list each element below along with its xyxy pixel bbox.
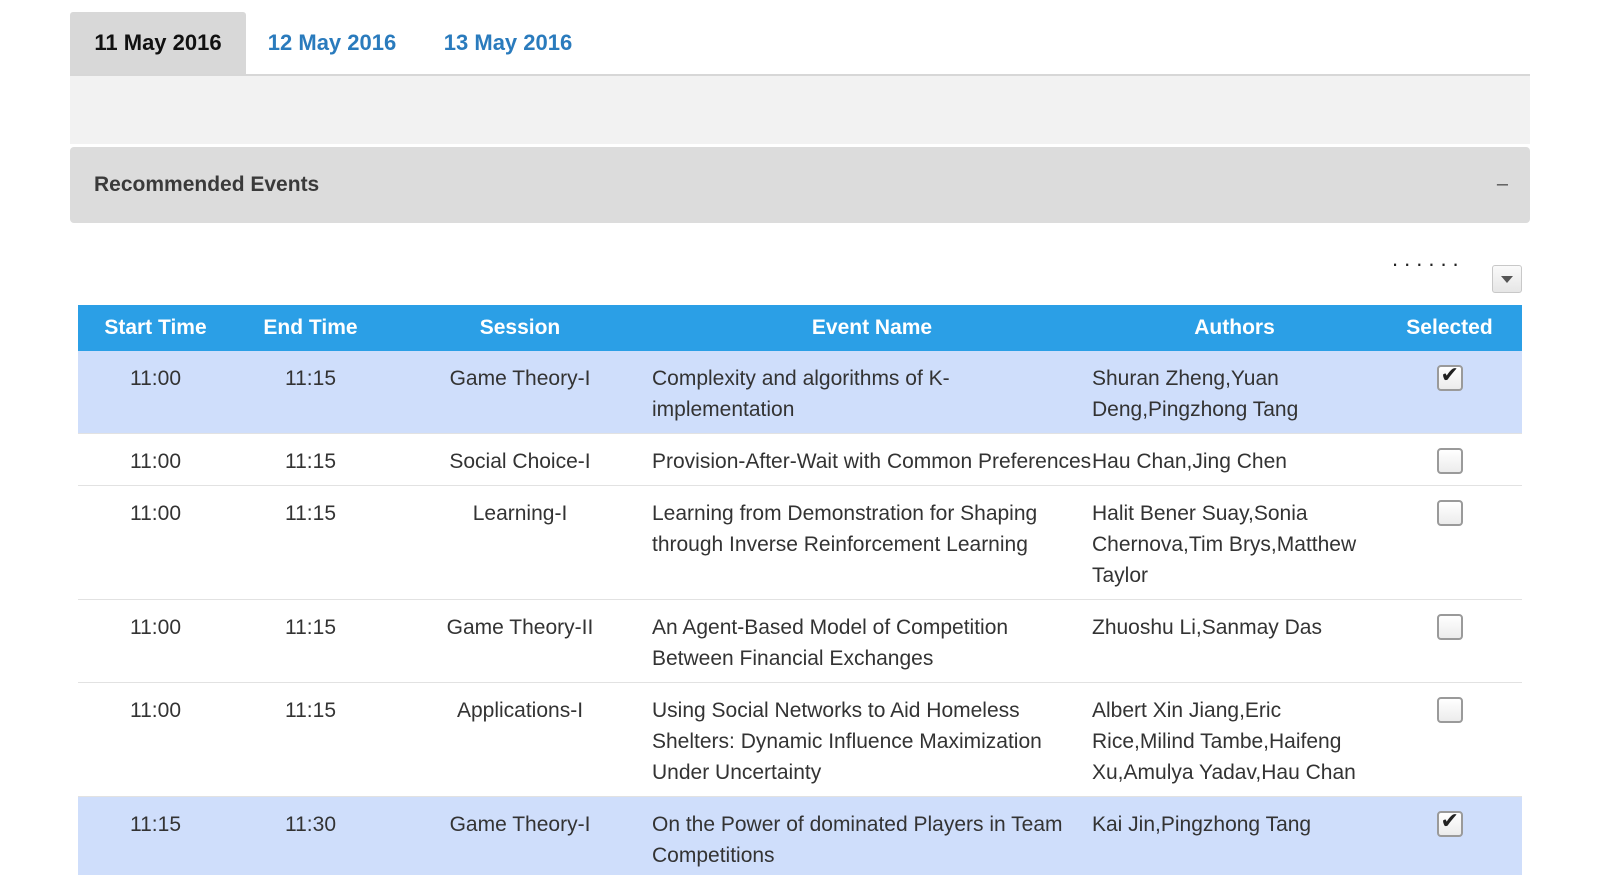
cell-session: Game Theory-I bbox=[388, 351, 652, 434]
chevron-down-icon bbox=[1501, 276, 1513, 283]
cell-session: Learning-I bbox=[388, 485, 652, 600]
cell-selected bbox=[1377, 433, 1522, 486]
collapse-icon[interactable]: – bbox=[1497, 147, 1508, 221]
header-session[interactable]: Session bbox=[388, 305, 652, 351]
cell-start-time: 11:00 bbox=[78, 433, 233, 486]
tab-12-may-2016[interactable]: 12 May 2016 bbox=[266, 12, 398, 74]
tab-13-may-2016[interactable]: 13 May 2016 bbox=[440, 12, 576, 74]
table-row[interactable]: 11:00 11:15 Social Choice-I Provision-Af… bbox=[78, 433, 1522, 486]
cell-end-time: 11:15 bbox=[233, 682, 388, 797]
cell-end-time: 11:15 bbox=[233, 485, 388, 600]
select-checkbox[interactable]: ✔ bbox=[1436, 363, 1463, 391]
checkmark-icon: ✔ bbox=[1440, 809, 1459, 834]
cell-session: Game Theory-I bbox=[388, 796, 652, 875]
page: 11 May 2016 12 May 2016 13 May 2016 Reco… bbox=[0, 0, 1600, 875]
cell-authors: Kai Jin,Pingzhong Tang bbox=[1092, 796, 1377, 875]
checkmark-icon: ✔ bbox=[1440, 363, 1459, 388]
cell-end-time: 11:15 bbox=[233, 351, 388, 434]
recommended-events-header[interactable]: Recommended Events – bbox=[70, 147, 1530, 223]
cell-start-time: 11:00 bbox=[78, 599, 233, 683]
cell-selected: ✔ bbox=[1377, 796, 1522, 875]
table-header-row: Start Time End Time Session Event Name A… bbox=[78, 305, 1522, 351]
cell-end-time: 11:15 bbox=[233, 433, 388, 486]
cell-event-name: Learning from Demonstration for Shaping … bbox=[652, 485, 1092, 600]
events-table: Start Time End Time Session Event Name A… bbox=[78, 305, 1522, 875]
cell-session: Game Theory-II bbox=[388, 599, 652, 683]
more-options-icon[interactable]: ...... bbox=[1392, 248, 1465, 270]
select-checkbox[interactable] bbox=[1436, 500, 1463, 526]
cell-authors: Hau Chan,Jing Chen bbox=[1092, 433, 1377, 486]
header-event-name[interactable]: Event Name bbox=[652, 305, 1092, 351]
tab-content-band bbox=[70, 76, 1530, 144]
cell-event-name: Complexity and algorithms of K-implement… bbox=[652, 351, 1092, 434]
cell-authors: Shuran Zheng,Yuan Deng,Pingzhong Tang bbox=[1092, 351, 1377, 434]
select-checkbox[interactable]: ✔ bbox=[1436, 809, 1463, 837]
cell-end-time: 11:15 bbox=[233, 599, 388, 683]
cell-start-time: 11:00 bbox=[78, 682, 233, 797]
panel-title: Recommended Events bbox=[94, 173, 320, 196]
cell-authors: Zhuoshu Li,Sanmay Das bbox=[1092, 599, 1377, 683]
table-row[interactable]: 11:00 11:15 Game Theory-II An Agent-Base… bbox=[78, 599, 1522, 683]
table-row[interactable]: 11:00 11:15 Game Theory-I Complexity and… bbox=[78, 351, 1522, 434]
cell-event-name: Using Social Networks to Aid Homeless Sh… bbox=[652, 682, 1092, 797]
cell-selected bbox=[1377, 599, 1522, 683]
table-row[interactable]: 11:15 11:30 Game Theory-I On the Power o… bbox=[78, 796, 1522, 875]
cell-session: Social Choice-I bbox=[388, 433, 652, 486]
cell-start-time: 11:00 bbox=[78, 485, 233, 600]
column-dropdown-button[interactable] bbox=[1492, 265, 1522, 293]
table-row[interactable]: 11:00 11:15 Applications-I Using Social … bbox=[78, 682, 1522, 797]
cell-selected bbox=[1377, 485, 1522, 600]
tab-11-may-2016[interactable]: 11 May 2016 bbox=[70, 12, 246, 74]
cell-event-name: Provision-After-Wait with Common Prefere… bbox=[652, 433, 1092, 486]
header-start-time[interactable]: Start Time bbox=[78, 305, 233, 351]
table-row[interactable]: 11:00 11:15 Learning-I Learning from Dem… bbox=[78, 485, 1522, 600]
cell-selected bbox=[1377, 682, 1522, 797]
recommended-events-body: ...... Start Time End Time Session Event… bbox=[70, 223, 1530, 875]
cell-end-time: 11:30 bbox=[233, 796, 388, 875]
cell-session: Applications-I bbox=[388, 682, 652, 797]
header-selected[interactable]: Selected bbox=[1377, 305, 1522, 351]
cell-event-name: An Agent-Based Model of Competition Betw… bbox=[652, 599, 1092, 683]
select-checkbox[interactable] bbox=[1436, 614, 1463, 640]
cell-authors: Halit Bener Suay,Sonia Chernova,Tim Brys… bbox=[1092, 485, 1377, 600]
cell-start-time: 11:00 bbox=[78, 351, 233, 434]
header-authors[interactable]: Authors bbox=[1092, 305, 1377, 351]
cell-authors: Albert Xin Jiang,Eric Rice,Milind Tambe,… bbox=[1092, 682, 1377, 797]
date-tabs: 11 May 2016 12 May 2016 13 May 2016 bbox=[70, 12, 1530, 76]
select-checkbox[interactable] bbox=[1436, 697, 1463, 723]
cell-start-time: 11:15 bbox=[78, 796, 233, 875]
cell-event-name: On the Power of dominated Players in Tea… bbox=[652, 796, 1092, 875]
cell-selected: ✔ bbox=[1377, 351, 1522, 434]
select-checkbox[interactable] bbox=[1436, 448, 1463, 474]
header-end-time[interactable]: End Time bbox=[233, 305, 388, 351]
